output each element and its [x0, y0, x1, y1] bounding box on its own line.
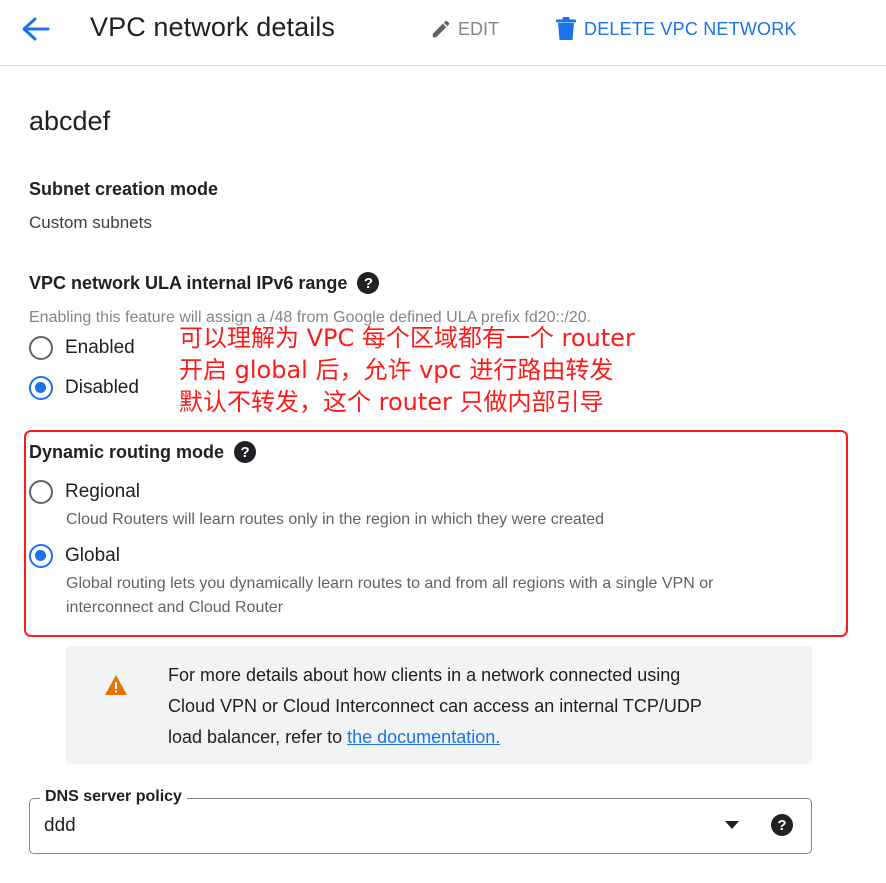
- info-line: Cloud VPN or Cloud Interconnect can acce…: [168, 696, 702, 716]
- subnet-mode-label-text: Subnet creation mode: [29, 179, 219, 199]
- routing-global-description-line: interconnect and Cloud Router: [66, 599, 284, 616]
- annotation-note: 可以理解为 VPC 每个区域都有一个 router 开启 global 后，允许…: [179, 322, 635, 418]
- annotation-line: 默认不转发，这个 router 只做内部引导: [179, 388, 604, 416]
- dns-server-policy-select[interactable]: DNS server policy ddd ?: [29, 788, 812, 854]
- info-line: For more details about how clients in a …: [168, 665, 681, 685]
- delete-label: DELETE VPC NETWORK: [584, 18, 797, 39]
- routing-global-radio[interactable]: Global: [29, 544, 120, 568]
- routing-regional-description: Cloud Routers will learn routes only in …: [66, 511, 605, 528]
- info-line: load balancer, refer to the documentatio…: [168, 722, 788, 753]
- delete-vpc-network-button[interactable]: DELETE VPC NETWORK: [556, 16, 797, 42]
- documentation-link[interactable]: the documentation.: [347, 727, 500, 747]
- help-icon[interactable]: ?: [771, 814, 793, 836]
- info-text: For more details about how clients in a …: [168, 660, 788, 753]
- radio-checked-icon: [29, 544, 53, 568]
- routing-global-description: Global routing lets you dynamically lear…: [66, 572, 713, 620]
- radio-checked-icon: [29, 376, 53, 400]
- dns-server-policy-label: DNS server policy: [40, 788, 187, 806]
- routing-regional-radio[interactable]: Regional: [29, 480, 140, 504]
- arrow-back-icon: [22, 17, 50, 41]
- ula-disabled-label: Disabled: [65, 377, 139, 398]
- routing-regional-label: Regional: [65, 481, 140, 502]
- edit-label: EDIT: [458, 18, 500, 39]
- annotation-line: 可以理解为 VPC 每个区域都有一个 router: [179, 324, 635, 352]
- routing-mode-label: Dynamic routing mode ?: [29, 441, 257, 463]
- ula-range-label: VPC network ULA internal IPv6 range ?: [29, 272, 380, 294]
- network-name: abcdef: [29, 106, 111, 136]
- radio-unchecked-icon: [29, 336, 53, 360]
- routing-global-label: Global: [65, 545, 120, 566]
- help-icon[interactable]: ?: [234, 441, 257, 463]
- radio-unchecked-icon: [29, 480, 53, 504]
- dns-server-policy-value: ddd: [44, 815, 76, 836]
- annotation-line: 开启 global 后，允许 vpc 进行路由转发: [179, 356, 614, 384]
- ula-disabled-radio[interactable]: Disabled: [29, 376, 139, 400]
- ula-range-label-text: VPC network ULA internal IPv6 range: [29, 272, 348, 293]
- subnet-mode-label: Subnet creation mode: [29, 179, 218, 200]
- ula-enabled-radio[interactable]: Enabled: [29, 336, 135, 360]
- ula-enabled-label: Enabled: [65, 337, 135, 358]
- help-icon[interactable]: ?: [357, 272, 380, 294]
- page-title: VPC network details: [90, 12, 336, 42]
- subnet-mode-value: Custom subnets: [29, 213, 152, 232]
- info-line-prefix: load balancer, refer to: [168, 727, 348, 747]
- routing-global-description-line: Global routing lets you dynamically lear…: [66, 575, 714, 592]
- edit-button[interactable]: EDIT: [430, 16, 499, 42]
- caret-down-icon[interactable]: [725, 821, 739, 829]
- top-bar: VPC network details EDIT DELETE VPC NETW…: [0, 0, 886, 66]
- trash-icon: [556, 17, 576, 40]
- routing-mode-label-text: Dynamic routing mode: [29, 441, 225, 462]
- pencil-icon: [432, 20, 450, 38]
- info-callout: For more details about how clients in a …: [66, 646, 812, 764]
- warning-triangle-icon: [105, 675, 127, 695]
- back-button[interactable]: [18, 14, 54, 44]
